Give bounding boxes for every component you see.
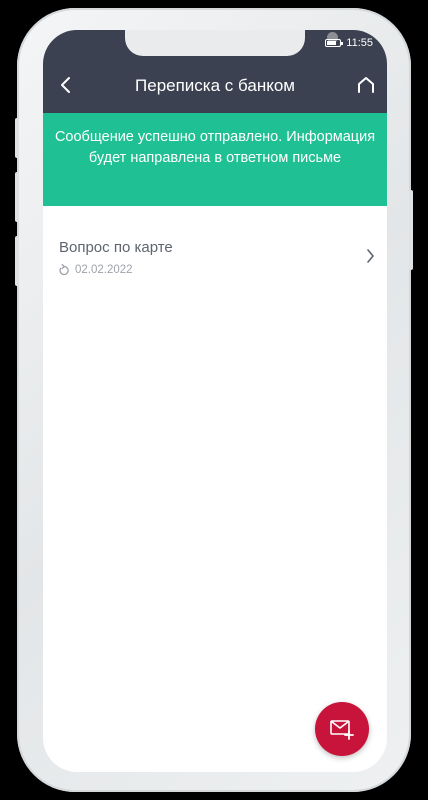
success-message: Сообщение успешно отправлено. Информация… bbox=[54, 129, 376, 166]
chevron-right-icon bbox=[367, 249, 374, 263]
app-screen: 11:55 Переписка с банком Сообщение успеш… bbox=[43, 30, 387, 772]
phone-side-button-left-mid bbox=[15, 172, 19, 222]
app-header: Переписка с банком bbox=[43, 58, 387, 113]
home-button[interactable] bbox=[351, 70, 381, 100]
status-bar: 11:55 bbox=[43, 30, 387, 58]
list-item[interactable]: Вопрос по карте 02.02.2022 bbox=[43, 206, 387, 296]
new-message-icon bbox=[330, 720, 354, 740]
message-date: 02.02.2022 bbox=[75, 264, 133, 276]
camera-notch bbox=[125, 30, 338, 56]
status-time: 11:55 bbox=[346, 37, 373, 49]
phone-side-button-left-bottom bbox=[15, 236, 19, 286]
phone-side-button-left-top bbox=[15, 118, 19, 158]
battery-icon bbox=[325, 39, 344, 47]
new-message-button[interactable] bbox=[315, 702, 369, 756]
home-icon bbox=[358, 77, 374, 93]
chevron-left-icon bbox=[61, 77, 70, 93]
page-title: Переписка с банком bbox=[135, 76, 295, 95]
status-bar-right: 11:55 bbox=[325, 37, 373, 49]
phone-side-button-right bbox=[409, 190, 413, 270]
message-meta: 02.02.2022 bbox=[59, 264, 133, 276]
back-button[interactable] bbox=[51, 70, 81, 100]
success-banner: Сообщение успешно отправлено. Информация… bbox=[43, 113, 387, 206]
refresh-icon bbox=[59, 264, 69, 276]
message-title: Вопрос по карте bbox=[59, 239, 173, 256]
